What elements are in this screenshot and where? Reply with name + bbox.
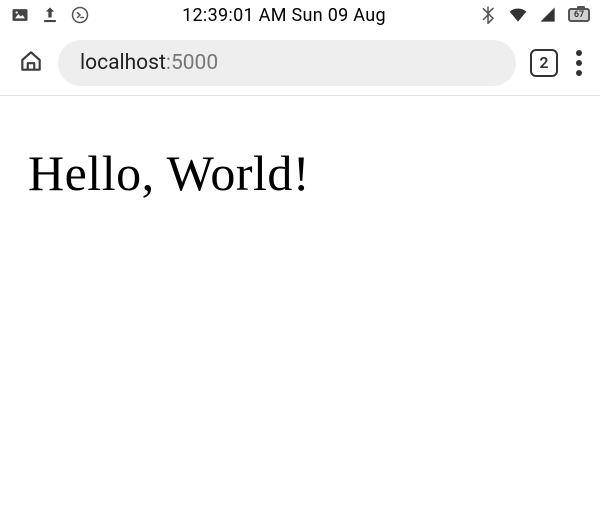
battery-icon: 67 — [568, 8, 590, 22]
tabs-button[interactable]: 2 — [530, 49, 558, 77]
gallery-icon — [10, 5, 30, 25]
status-bar: 12:39:01 AM Sun 09 Aug 67 — [0, 0, 600, 30]
cellular-icon — [538, 5, 558, 25]
url-host: localhost — [80, 51, 166, 75]
status-bar-left — [10, 5, 90, 25]
url-bar[interactable]: localhost:5000 — [58, 40, 516, 86]
status-bar-right: 67 — [478, 5, 590, 25]
page-heading: Hello, World! — [28, 144, 572, 202]
status-bar-clock: 12:39:01 AM Sun 09 Aug — [182, 5, 386, 26]
url-port: :5000 — [166, 51, 218, 75]
home-icon[interactable] — [18, 48, 44, 78]
browser-toolbar: localhost:5000 2 — [0, 30, 600, 96]
terminal-icon — [70, 5, 90, 25]
page-content: Hello, World! — [0, 96, 600, 250]
tab-count: 2 — [539, 53, 548, 72]
upload-icon — [40, 5, 60, 25]
bluetooth-icon — [478, 5, 498, 25]
menu-icon[interactable] — [572, 46, 586, 80]
wifi-icon — [508, 5, 528, 25]
battery-percent: 67 — [574, 11, 584, 20]
